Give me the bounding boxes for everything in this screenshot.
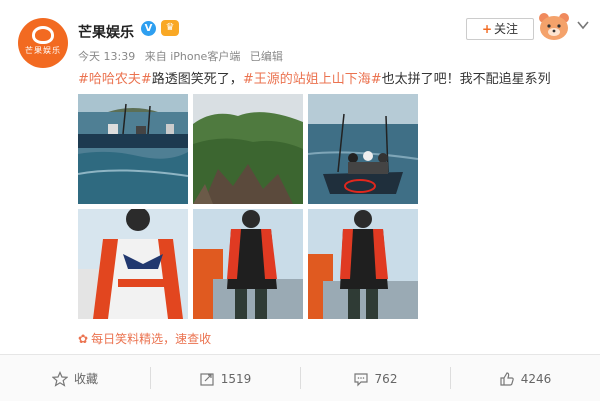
star-icon xyxy=(51,370,68,387)
comment-button[interactable]: 762 xyxy=(300,355,450,401)
chevron-down-icon[interactable] xyxy=(576,18,590,32)
man-red-jacket-closeup-photo[interactable] xyxy=(78,209,188,319)
avatar[interactable]: 芒果娱乐 xyxy=(18,18,68,68)
post-text-segment: 也太拼了吧！我不配追星系列 xyxy=(381,72,551,87)
avatar-logo-text: 芒果娱乐 xyxy=(25,46,61,55)
favorite-button[interactable]: 收藏 xyxy=(0,355,150,401)
boat-with-crew-photo[interactable] xyxy=(308,94,418,204)
image-grid xyxy=(78,94,418,322)
mango-logo-icon xyxy=(32,26,54,44)
verified-badge-icon: V xyxy=(141,21,156,36)
rocky-island-photo[interactable] xyxy=(193,94,303,204)
man-red-jacket-pier-photo-2[interactable] xyxy=(308,209,418,319)
post-meta: 今天 13:39 来自 iPhone客户端 已编辑 xyxy=(78,48,289,64)
repost-button[interactable]: 1519 xyxy=(150,355,300,401)
source-link-text: 每日笑料精选，速查收 xyxy=(91,332,212,346)
hashtag-link[interactable]: #王源的站姐上山下海# xyxy=(243,72,382,87)
post-text-segment: 路透图笑死了， xyxy=(151,72,243,87)
user-name[interactable]: 芒果娱乐 xyxy=(78,22,134,42)
post-time[interactable]: 今天 13:39 xyxy=(78,50,135,63)
like-count: 4246 xyxy=(520,371,552,386)
thumbs-up-icon xyxy=(500,371,514,386)
boat-at-sea-photo[interactable] xyxy=(78,94,188,204)
post-text: #哈哈农夫#路透图笑死了，#王源的站姐上山下海#也太拼了吧！我不配追星系列 xyxy=(78,68,551,87)
repost-count: 1519 xyxy=(220,371,252,386)
source-link[interactable]: ✿ 每日笑料精选，速查收 xyxy=(78,330,211,347)
repost-icon xyxy=(200,372,214,386)
like-button[interactable]: 4246 xyxy=(450,355,600,401)
follow-label: 关注 xyxy=(494,22,519,36)
edited-label[interactable]: 已编辑 xyxy=(250,50,283,63)
comment-count: 762 xyxy=(374,371,398,386)
follow-button[interactable]: + 关注 xyxy=(466,18,534,40)
man-red-jacket-pier-photo[interactable] xyxy=(193,209,303,319)
post-source: 来自 iPhone客户端 xyxy=(144,50,241,63)
post-header: 芒果娱乐 芒果娱乐 V ♛ 今天 13:39 来自 iPhone客户端 已编辑 … xyxy=(14,10,589,70)
favorite-label: 收藏 xyxy=(73,372,98,386)
bear-mascot-icon xyxy=(539,13,569,40)
member-crown-icon[interactable]: ♛ xyxy=(161,20,179,36)
hashtag-link[interactable]: #哈哈农夫# xyxy=(78,72,152,87)
action-bar: 收藏 1519 762 4246 xyxy=(0,354,600,401)
plus-icon: + xyxy=(481,22,493,36)
comment-icon xyxy=(353,372,368,386)
flower-icon: ✿ xyxy=(78,332,89,346)
